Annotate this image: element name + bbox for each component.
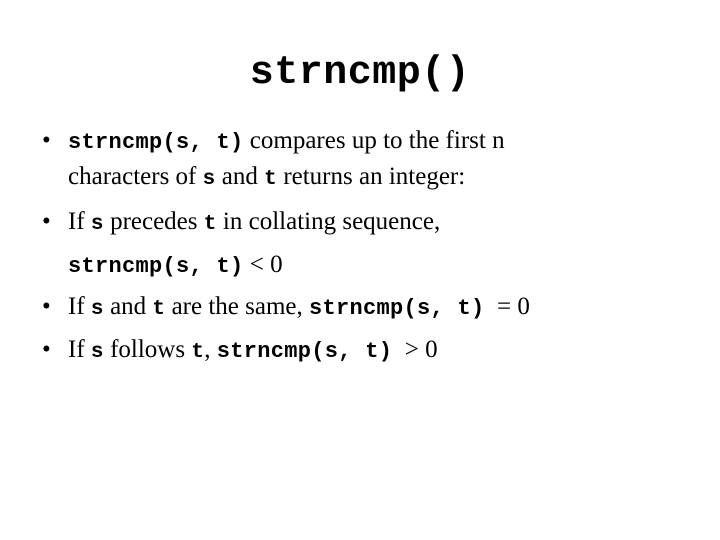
list-item-text: precedes — [103, 208, 204, 235]
list-item-line: If s precedes t in collating sequence, — [68, 207, 694, 240]
list-item-text: follows — [103, 336, 192, 363]
bullet-list: • strncmp(s, t) compares up to the first… — [34, 126, 694, 368]
page-title: strncmp() — [249, 51, 471, 96]
presentation-slide: strncmp() • strncmp(s, t) compares up to… — [0, 0, 720, 540]
list-item-text: returns an integer: — [277, 163, 466, 190]
list-item-text: and — [215, 163, 265, 190]
list-item-line: strncmp(s, t) compares up to the first n — [68, 126, 694, 158]
bullet-icon: • — [42, 293, 51, 320]
code-span-s: s — [202, 168, 216, 191]
code-span-strncmp-call: strncmp(s, t) — [68, 130, 244, 155]
list-item: • strncmp(s, t) compares up to the first… — [34, 126, 694, 158]
code-span-s: s — [90, 341, 104, 364]
list-item-text: If — [68, 336, 91, 363]
code-span-strncmp-call: strncmp(s, t) — [216, 339, 393, 364]
code-span-t: t — [191, 341, 205, 364]
list-item: • If s precedes t in collating sequence, — [34, 207, 694, 240]
comparison-operator: = 0 — [484, 293, 530, 320]
list-item-continuation: strncmp(s, t) < 0 — [34, 250, 694, 282]
list-item: • If s and t are the same, strncmp(s, t)… — [34, 292, 694, 325]
list-item-line: characters of s and t returns an integer… — [68, 162, 694, 195]
list-item-text: characters of — [68, 163, 203, 190]
list-item-text: If — [68, 208, 91, 235]
list-item-line: If s follows t, strncmp(s, t) > 0 — [68, 335, 694, 368]
code-span-s: s — [90, 213, 104, 236]
bullet-icon: • — [42, 208, 51, 235]
list-item-text: in collating sequence, — [216, 208, 441, 235]
comparison-operator: < 0 — [243, 251, 283, 278]
list-item-text: and — [103, 293, 153, 320]
list-item: • If s follows t, strncmp(s, t) > 0 — [34, 335, 694, 368]
list-item-text: compares up to the first n — [243, 127, 505, 154]
code-span-s: s — [90, 298, 104, 321]
list-item-text: If — [68, 293, 91, 320]
code-span-t: t — [264, 168, 278, 191]
code-span-strncmp-call: strncmp(s, t) — [309, 296, 485, 321]
bullet-icon: • — [42, 127, 51, 154]
code-span-strncmp-call: strncmp(s, t) — [68, 254, 244, 279]
list-item-line: strncmp(s, t) < 0 — [68, 250, 694, 282]
list-item-text: are the same, — [165, 293, 310, 320]
list-item-text: , — [204, 336, 217, 363]
list-item-continuation: characters of s and t returns an integer… — [34, 162, 694, 195]
list-item-line: If s and t are the same, strncmp(s, t) =… — [68, 292, 694, 325]
code-span-t: t — [152, 298, 166, 321]
code-span-t: t — [203, 213, 217, 236]
comparison-operator: > 0 — [392, 336, 438, 363]
bullet-icon: • — [42, 336, 51, 363]
